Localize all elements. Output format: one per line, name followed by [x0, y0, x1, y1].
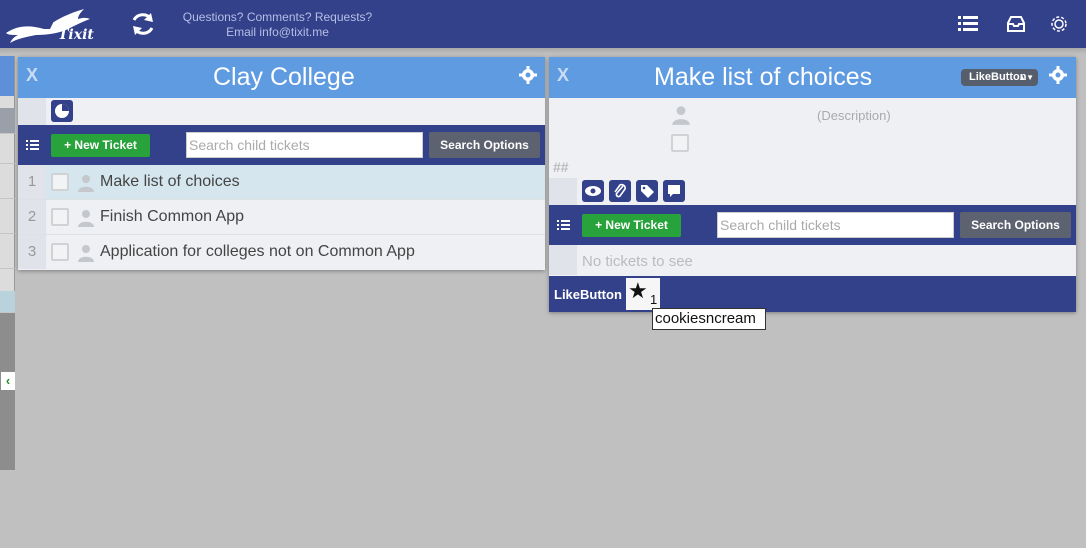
- liker-tooltip: cookiesncream: [652, 308, 766, 330]
- row-checkbox[interactable]: [51, 208, 69, 226]
- card-gear-icon[interactable]: [1048, 65, 1068, 85]
- eye-icon: [585, 186, 601, 196]
- person-icon: [78, 210, 94, 227]
- comment-icon: [668, 185, 680, 197]
- card-gear-icon[interactable]: [518, 65, 538, 85]
- logo-text: Tixit: [58, 27, 94, 43]
- list-menu-icon[interactable]: [956, 12, 980, 36]
- contact-email-link[interactable]: Email info@tixit.me: [170, 25, 385, 40]
- empty-list-message: No tickets to see: [582, 253, 693, 270]
- description-field[interactable]: (Description): [817, 108, 891, 123]
- star-icon: ★: [628, 278, 648, 303]
- ticket-card-clay-college: X Clay College + New Ticket Search child…: [18, 57, 545, 270]
- collapsed-panel-row: [0, 199, 15, 234]
- person-icon: [78, 175, 94, 192]
- contact-info: Questions? Comments? Requests? Email inf…: [170, 10, 385, 40]
- child-tickets-toolbar: + New Ticket Search child tickets Search…: [549, 205, 1076, 245]
- collapsed-panel-row: [0, 291, 15, 313]
- pie-chart-icon: [55, 104, 69, 118]
- new-ticket-button[interactable]: + New Ticket: [582, 214, 681, 237]
- pie-chart-button[interactable]: [51, 100, 73, 122]
- card-header: X Clay College: [18, 57, 545, 98]
- collapsed-panel-header: [0, 56, 14, 96]
- child-tickets-toolbar: + New Ticket Search child tickets Search…: [18, 125, 545, 165]
- list-toggle-icon[interactable]: [26, 138, 40, 152]
- row-title[interactable]: Finish Common App: [100, 208, 244, 226]
- refresh-icon[interactable]: [129, 10, 157, 38]
- row-title[interactable]: Application for colleges not on Common A…: [100, 243, 415, 261]
- ticket-number-field[interactable]: ##: [553, 159, 569, 175]
- likebutton-label: LikeButton: [554, 287, 622, 302]
- dropdown-arrows-icon: ▲▼: [1018, 73, 1034, 82]
- like-count: 1: [650, 292, 658, 307]
- gutter: [549, 178, 577, 205]
- search-child-tickets-input[interactable]: Search child tickets: [186, 132, 423, 158]
- comment-button[interactable]: [663, 180, 685, 202]
- inbox-icon[interactable]: [1004, 12, 1028, 36]
- collapsed-panel-row: [0, 164, 15, 199]
- collapsed-panel-row: [0, 108, 15, 134]
- assignee-person-icon[interactable]: [670, 105, 692, 125]
- top-bar: Tixit Questions? Comments? Requests? Ema…: [0, 0, 1086, 48]
- row-number: 2: [18, 200, 46, 234]
- likebutton-plugin-bar: LikeButton ★ 1: [549, 276, 1076, 312]
- collapsed-panel-row: [0, 234, 15, 269]
- person-icon: [78, 245, 94, 262]
- collapsed-left-panel[interactable]: [0, 56, 15, 470]
- collapsed-panel-footer: [0, 313, 15, 470]
- collapsed-panel-row: [0, 134, 15, 164]
- contact-line-questions: Questions? Comments? Requests?: [182, 10, 373, 24]
- gutter: [18, 98, 46, 125]
- search-options-button[interactable]: Search Options: [960, 212, 1071, 238]
- close-card-button[interactable]: X: [26, 65, 38, 86]
- table-row[interactable]: 1 Make list of choices: [18, 165, 545, 200]
- attachment-button[interactable]: [609, 180, 631, 202]
- gutter: [549, 245, 577, 275]
- table-row[interactable]: 3 Application for colleges not on Common…: [18, 235, 545, 270]
- row-number: 1: [18, 165, 46, 199]
- settings-gear-icon[interactable]: [1047, 12, 1071, 36]
- card-title: Clay College: [213, 63, 355, 91]
- tag-icon: [641, 185, 654, 198]
- like-star-button[interactable]: ★ 1: [626, 278, 660, 310]
- watch-button[interactable]: [582, 180, 604, 202]
- row-title[interactable]: Make list of choices: [100, 173, 240, 191]
- row-number: 3: [18, 235, 46, 269]
- new-ticket-button[interactable]: + New Ticket: [51, 134, 150, 157]
- close-card-button[interactable]: X: [557, 65, 569, 86]
- paperclip-icon: [614, 183, 626, 198]
- row-checkbox[interactable]: [51, 173, 69, 191]
- done-checkbox[interactable]: [671, 134, 689, 152]
- expand-chevron-icon[interactable]: ‹: [1, 372, 15, 390]
- tag-button[interactable]: [636, 180, 658, 202]
- search-child-tickets-input[interactable]: Search child tickets: [717, 212, 954, 238]
- plugin-dropdown[interactable]: LikeButton ▲▼: [961, 69, 1038, 86]
- ticket-card-make-list: X Make list of choices (Description) ## …: [549, 57, 1076, 312]
- search-options-button[interactable]: Search Options: [429, 132, 540, 158]
- row-checkbox[interactable]: [51, 243, 69, 261]
- topbar-shadow: [0, 48, 1086, 54]
- table-row[interactable]: 2 Finish Common App: [18, 200, 545, 235]
- card-title[interactable]: Make list of choices: [654, 63, 872, 92]
- list-toggle-icon[interactable]: [557, 218, 571, 232]
